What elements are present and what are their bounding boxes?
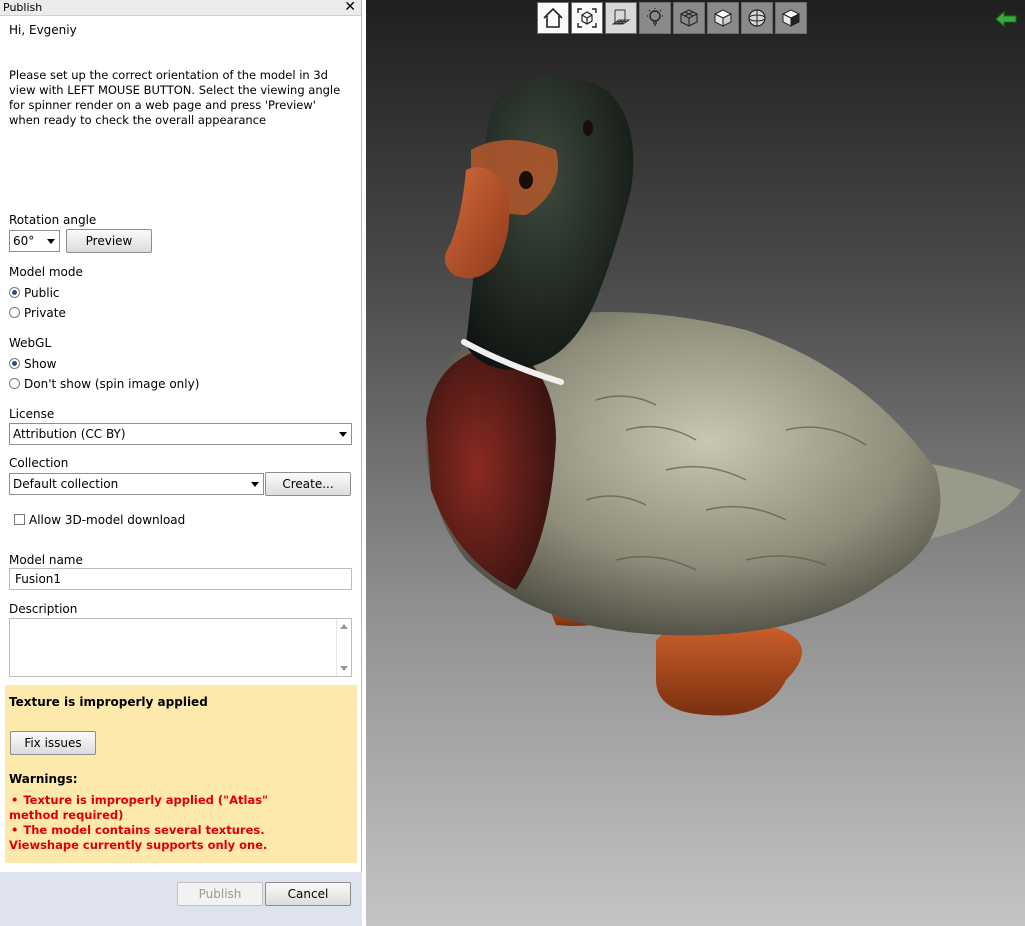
radio-dont-show-label: Don't show (spin image only) bbox=[24, 377, 200, 391]
radio-unselected-icon bbox=[9, 307, 20, 318]
3d-viewport[interactable] bbox=[366, 0, 1025, 926]
warning-item: • Texture is improperly applied ("Atlas" … bbox=[9, 793, 309, 823]
bullet: • bbox=[11, 823, 19, 837]
scroll-down-icon[interactable] bbox=[340, 666, 348, 671]
scroll-up-icon[interactable] bbox=[340, 624, 348, 629]
fix-issues-button[interactable]: Fix issues bbox=[10, 731, 96, 755]
warning-text: Texture is improperly applied ("Atlas" m… bbox=[9, 793, 269, 822]
license-select[interactable]: Attribution (CC BY) bbox=[9, 423, 352, 445]
model-name-input[interactable]: Fusion1 bbox=[9, 568, 352, 590]
license-value: Attribution (CC BY) bbox=[13, 427, 126, 441]
webgl-label: WebGL bbox=[9, 336, 52, 350]
issue-header: Texture is improperly applied bbox=[9, 695, 208, 709]
bullet: • bbox=[11, 793, 19, 807]
intro-text: Please set up the correct orientation of… bbox=[9, 68, 341, 127]
chevron-down-icon bbox=[47, 239, 55, 244]
rotation-angle-value: 60° bbox=[13, 234, 35, 248]
panel-title: Publish bbox=[3, 1, 43, 14]
dialog-footer: Publish Cancel bbox=[0, 872, 362, 926]
license-label: License bbox=[9, 407, 55, 421]
checkbox-icon bbox=[14, 514, 25, 525]
radio-public[interactable]: Public bbox=[9, 285, 60, 301]
collection-value: Default collection bbox=[13, 477, 119, 491]
preview-button[interactable]: Preview bbox=[66, 229, 152, 253]
panel-titlebar: Publish ✕ bbox=[0, 0, 361, 16]
allow-download-label: Allow 3D-model download bbox=[29, 513, 186, 527]
chevron-down-icon bbox=[251, 482, 259, 487]
publish-panel: Publish ✕ Hi, Evgeniy Please set up the … bbox=[0, 0, 362, 926]
description-label: Description bbox=[9, 602, 78, 616]
radio-public-label: Public bbox=[24, 286, 60, 300]
create-collection-button[interactable]: Create... bbox=[265, 472, 351, 496]
radio-show[interactable]: Show bbox=[9, 356, 56, 372]
warning-item: • The model contains several textures. Vi… bbox=[9, 823, 309, 853]
radio-unselected-icon bbox=[9, 378, 20, 389]
rotation-angle-label: Rotation angle bbox=[9, 213, 97, 227]
duck-model[interactable] bbox=[366, 0, 1025, 926]
radio-dont-show[interactable]: Don't show (spin image only) bbox=[9, 376, 199, 392]
close-icon[interactable]: ✕ bbox=[344, 0, 356, 15]
description-scrollbar[interactable] bbox=[336, 619, 351, 676]
chevron-down-icon bbox=[339, 432, 347, 437]
description-textarea[interactable] bbox=[9, 618, 352, 677]
radio-private-label: Private bbox=[24, 306, 66, 320]
model-name-label: Model name bbox=[9, 553, 83, 567]
warnings-label: Warnings: bbox=[9, 772, 78, 786]
rotation-angle-select[interactable]: 60° bbox=[9, 230, 60, 252]
warning-text: The model contains several textures. Vie… bbox=[9, 823, 268, 852]
issues-box: Texture is improperly applied Fix issues… bbox=[5, 685, 357, 863]
model-mode-label: Model mode bbox=[9, 265, 83, 279]
radio-selected-icon bbox=[9, 287, 20, 298]
greeting: Hi, Evgeniy bbox=[9, 23, 77, 37]
allow-download-checkbox[interactable]: Allow 3D-model download bbox=[14, 512, 185, 528]
cancel-button[interactable]: Cancel bbox=[265, 882, 351, 906]
duck-eye bbox=[583, 120, 593, 136]
collection-select[interactable]: Default collection bbox=[9, 473, 264, 495]
radio-show-label: Show bbox=[24, 357, 57, 371]
collection-label: Collection bbox=[9, 456, 69, 470]
duck-eye bbox=[519, 171, 533, 189]
radio-selected-icon bbox=[9, 358, 20, 369]
publish-button[interactable]: Publish bbox=[177, 882, 263, 906]
radio-private[interactable]: Private bbox=[9, 305, 66, 321]
